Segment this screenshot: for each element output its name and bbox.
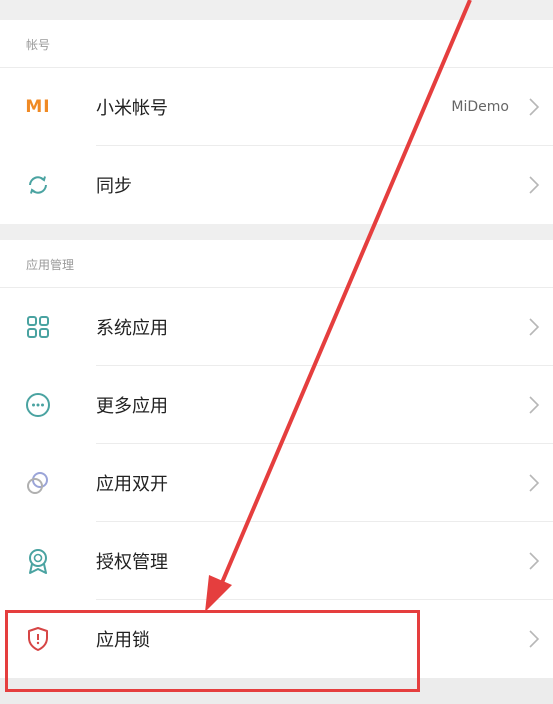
chevron-right-icon <box>529 474 540 492</box>
highlight-box <box>5 610 420 692</box>
sync-icon <box>24 171 52 199</box>
top-spacer <box>0 0 553 20</box>
dual-apps-icon <box>24 469 52 497</box>
item-label: 更多应用 <box>96 396 168 417</box>
settings-item-dual-apps[interactable]: 应用双开 <box>0 444 553 522</box>
settings-item-more-apps[interactable]: 更多应用 <box>0 366 553 444</box>
item-label: 同步 <box>96 176 132 197</box>
section-spacer <box>0 224 553 240</box>
section-header-app-management: 应用管理 <box>0 240 553 288</box>
item-label: 小米帐号 <box>96 98 168 119</box>
permission-badge-icon <box>24 547 52 575</box>
mi-logo-icon: MI <box>24 93 52 121</box>
chevron-right-icon <box>529 98 540 116</box>
chevron-right-icon <box>529 176 540 194</box>
chevron-right-icon <box>529 552 540 570</box>
item-label: 授权管理 <box>96 552 168 573</box>
chevron-right-icon <box>529 318 540 336</box>
account-section: 帐号 MI 小米帐号 MiDemo 同步 <box>0 20 553 224</box>
settings-item-system-apps[interactable]: 系统应用 <box>0 288 553 366</box>
settings-item-mi-account[interactable]: MI 小米帐号 MiDemo <box>0 68 553 146</box>
grid-apps-icon <box>24 313 52 341</box>
settings-item-permission-management[interactable]: 授权管理 <box>0 522 553 600</box>
mi-logo-text: MI <box>25 97 51 117</box>
chevron-right-icon <box>529 396 540 414</box>
section-header-account: 帐号 <box>0 20 553 68</box>
item-value: MiDemo <box>451 99 509 115</box>
item-label: 系统应用 <box>96 318 168 339</box>
chevron-right-icon <box>529 630 540 648</box>
item-label: 应用双开 <box>96 474 168 495</box>
settings-item-sync[interactable]: 同步 <box>0 146 553 224</box>
more-apps-icon <box>24 391 52 419</box>
